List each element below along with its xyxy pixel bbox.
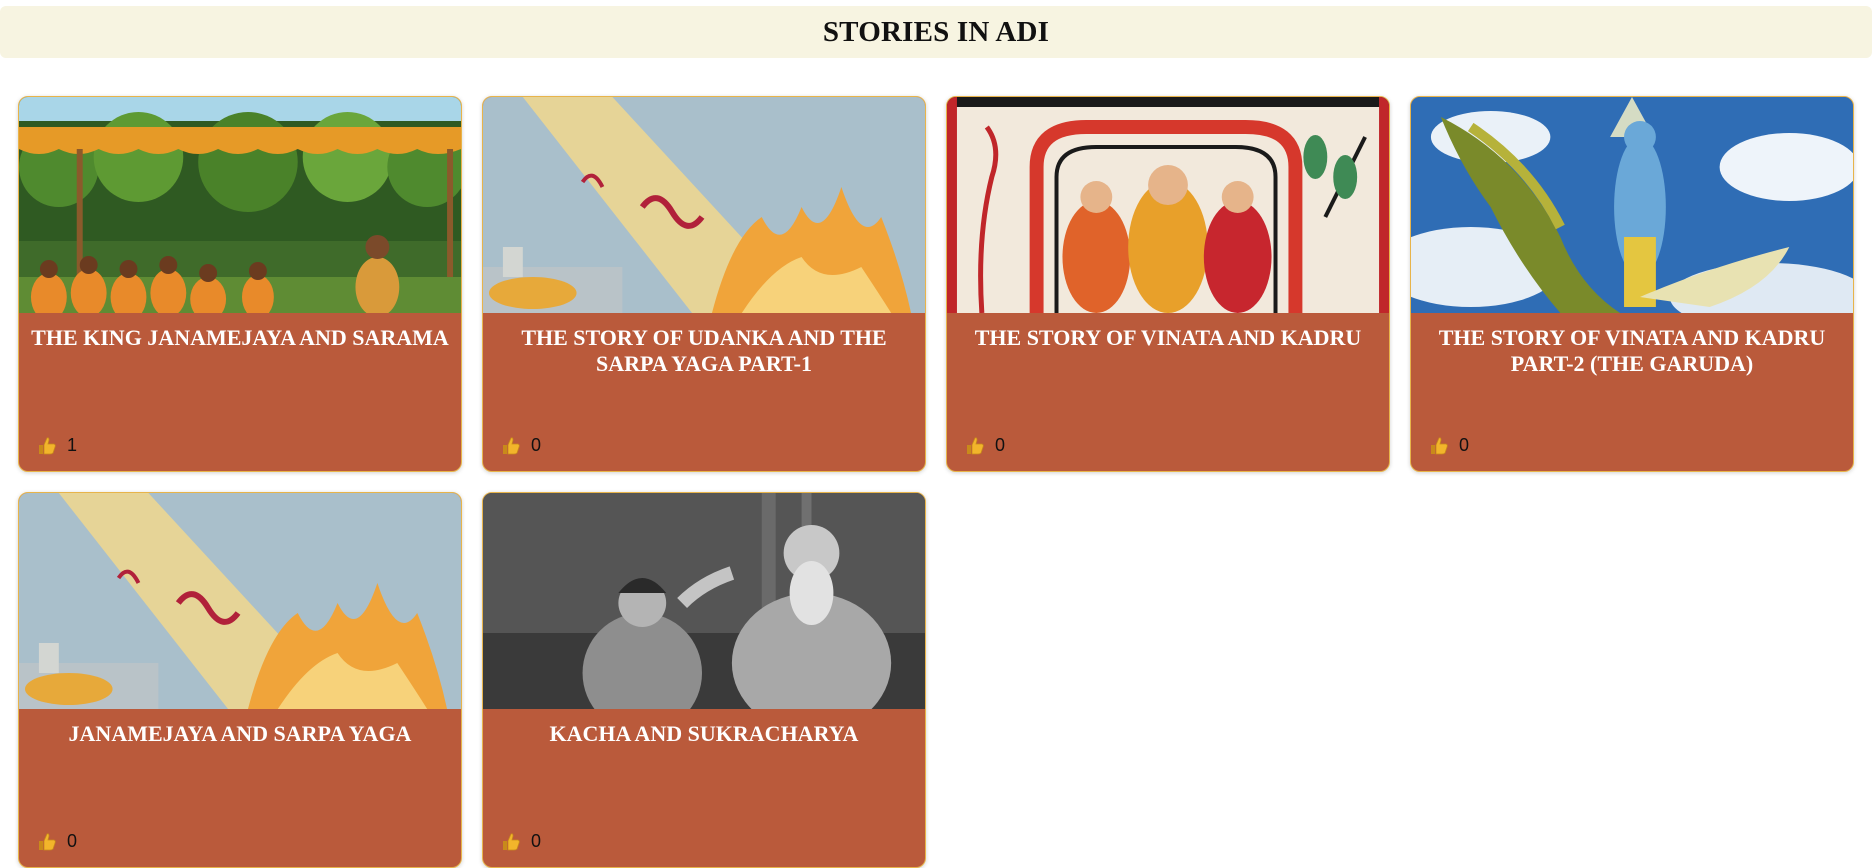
like-count-value: 0 xyxy=(995,435,1006,455)
story-card[interactable]: THE KING JANAMEJAYA AND SARAMA 1 xyxy=(18,96,462,472)
like-count[interactable]: 0 xyxy=(965,435,1005,456)
like-count[interactable]: 0 xyxy=(501,831,541,852)
thumbs-up-icon[interactable] xyxy=(501,832,521,852)
story-image xyxy=(1411,97,1853,313)
story-card[interactable]: THE STORY OF VINATA AND KADRU PART-2 (TH… xyxy=(1410,96,1854,472)
story-card[interactable]: KACHA AND SUKRACHARYA 0 xyxy=(482,492,926,868)
like-count-value: 0 xyxy=(1459,435,1470,455)
story-card[interactable]: THE STORY OF VINATA AND KADRU 0 xyxy=(946,96,1390,472)
like-count-value: 0 xyxy=(531,831,542,851)
page-header: STORIES IN ADI xyxy=(0,6,1872,58)
story-image xyxy=(947,97,1389,313)
story-title[interactable]: THE KING JANAMEJAYA AND SARAMA xyxy=(25,325,455,351)
page-title: STORIES IN ADI xyxy=(822,15,1050,48)
thumbs-up-icon[interactable] xyxy=(501,436,521,456)
thumbs-up-icon[interactable] xyxy=(965,436,985,456)
story-title[interactable]: THE STORY OF VINATA AND KADRU xyxy=(953,325,1383,351)
like-count[interactable]: 1 xyxy=(37,435,77,456)
like-count-value: 1 xyxy=(67,435,78,455)
like-count[interactable]: 0 xyxy=(1429,435,1469,456)
like-count[interactable]: 0 xyxy=(37,831,77,852)
thumbs-up-icon[interactable] xyxy=(37,436,57,456)
story-title[interactable]: KACHA AND SUKRACHARYA xyxy=(489,721,919,747)
story-title[interactable]: THE STORY OF VINATA AND KADRU PART-2 (TH… xyxy=(1417,325,1847,377)
thumbs-up-icon[interactable] xyxy=(1429,436,1449,456)
like-count-value: 0 xyxy=(531,435,542,455)
like-count[interactable]: 0 xyxy=(501,435,541,456)
thumbs-up-icon[interactable] xyxy=(37,832,57,852)
story-card[interactable]: THE STORY OF UDANKA AND THE SARPA YAGA P… xyxy=(482,96,926,472)
story-card[interactable]: JANAMEJAYA AND SARPA YAGA 0 xyxy=(18,492,462,868)
story-title[interactable]: THE STORY OF UDANKA AND THE SARPA YAGA P… xyxy=(489,325,919,377)
like-count-value: 0 xyxy=(67,831,78,851)
story-image xyxy=(483,493,925,709)
story-image xyxy=(19,493,461,709)
story-image xyxy=(483,97,925,313)
story-image xyxy=(19,97,461,313)
story-title[interactable]: JANAMEJAYA AND SARPA YAGA xyxy=(25,721,455,747)
